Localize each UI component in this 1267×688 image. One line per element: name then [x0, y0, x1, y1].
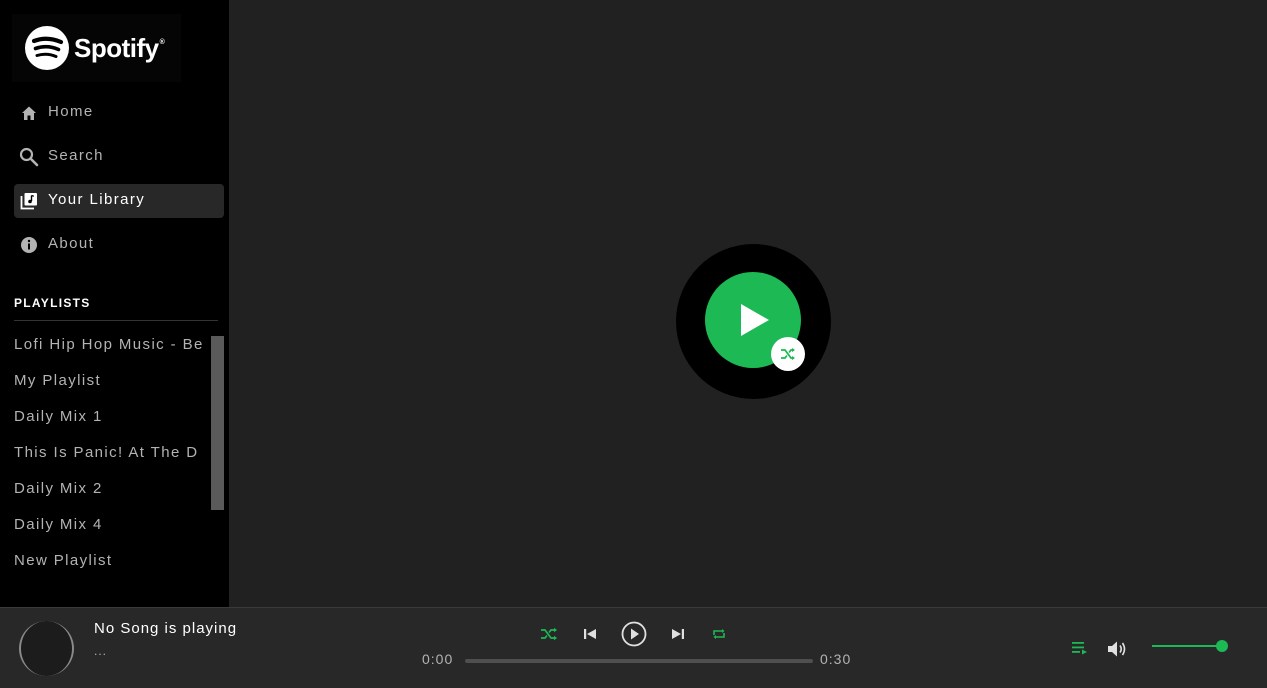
playlist-item[interactable]: My Playlist: [14, 370, 212, 406]
playback-controls: [538, 620, 730, 648]
volume-slider[interactable]: [1152, 640, 1228, 652]
spotify-logo-icon: [25, 26, 69, 70]
queue-icon: [1072, 642, 1087, 655]
nav-item-search[interactable]: Search: [14, 140, 224, 174]
volume-fill: [1152, 645, 1222, 647]
nav-label: Your Library: [48, 190, 146, 208]
playlist-item[interactable]: Daily Mix 4: [14, 514, 212, 550]
skip-previous-icon: [584, 629, 596, 639]
main-content: [229, 0, 1267, 607]
playlist-item[interactable]: Lofi Hip Hop Music - Be: [14, 334, 212, 370]
nav-item-about[interactable]: About: [14, 228, 224, 262]
nav-label: Home: [48, 102, 94, 120]
playlists-heading: PLAYLISTS: [14, 296, 91, 310]
player-disc: [676, 244, 831, 399]
skip-next-icon: [672, 629, 684, 639]
spotify-logo[interactable]: Spotify®: [12, 14, 181, 82]
search-icon: [18, 146, 40, 168]
playlist-list: Lofi Hip Hop Music - Be My Playlist Dail…: [14, 334, 224, 584]
volume-icon: [1108, 641, 1126, 657]
playlists-divider: [14, 320, 218, 321]
main-nav: Home Search Your Library About: [14, 96, 224, 272]
progress-bar[interactable]: [465, 659, 813, 663]
nav-label: About: [48, 234, 95, 252]
previous-button[interactable]: [579, 627, 601, 641]
shuffle-button[interactable]: [538, 626, 560, 642]
nav-item-your-library[interactable]: Your Library: [14, 184, 224, 218]
playlist-item[interactable]: Daily Mix 2: [14, 478, 212, 514]
repeat-icon: [713, 629, 725, 639]
song-artist: ...: [94, 644, 108, 658]
player-bar: No Song is playing ... 0:00 0:30: [0, 607, 1267, 688]
shuffle-icon: [541, 627, 557, 641]
current-time: 0:00: [422, 651, 454, 667]
home-icon: [18, 102, 40, 124]
library-icon: [18, 190, 40, 212]
play-circle-icon: [621, 621, 647, 647]
brand-name: Spotify®: [74, 32, 165, 63]
queue-button[interactable]: [1070, 638, 1090, 658]
volume-button[interactable]: [1106, 638, 1130, 660]
total-time: 0:30: [820, 651, 852, 667]
nav-label: Search: [48, 146, 104, 164]
volume-knob[interactable]: [1216, 640, 1228, 652]
playlist-item[interactable]: New Playlist: [14, 550, 212, 584]
repeat-button[interactable]: [708, 626, 730, 642]
song-title: No Song is playing: [94, 620, 238, 637]
shuffle-icon: [781, 348, 795, 360]
sidebar: Spotify® Home Search Your Library About: [0, 0, 229, 607]
play-icon: [741, 304, 769, 336]
playlist-item[interactable]: Daily Mix 1: [14, 406, 212, 442]
album-cover: [19, 621, 74, 676]
play-pause-button[interactable]: [620, 620, 648, 648]
big-shuffle-button[interactable]: [771, 337, 805, 371]
info-icon: [18, 234, 40, 256]
playlist-item[interactable]: This Is Panic! At The D: [14, 442, 212, 478]
next-button[interactable]: [667, 627, 689, 641]
playlist-scrollbar[interactable]: [211, 336, 224, 510]
registered-mark: ®: [159, 38, 165, 46]
nav-item-home[interactable]: Home: [14, 96, 224, 130]
